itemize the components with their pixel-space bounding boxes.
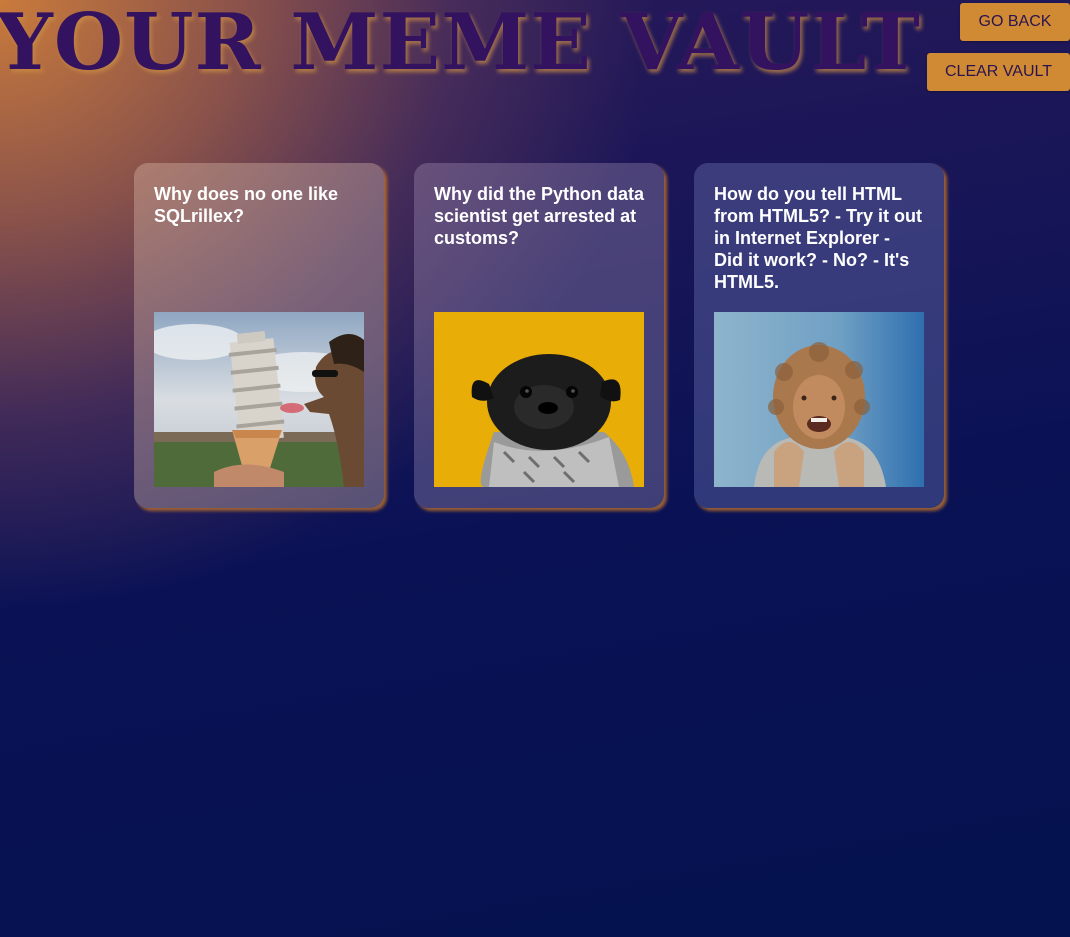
meme-card: Why did the Python data scientist get ar… <box>414 163 664 508</box>
meme-card: How do you tell HTML from HTML5? - Try i… <box>694 163 944 508</box>
clear-vault-button[interactable]: CLEAR VAULT <box>927 53 1070 91</box>
meme-image <box>714 312 924 487</box>
meme-text: Why does no one like SQLrillex? <box>154 184 339 226</box>
meme-image <box>154 312 364 487</box>
go-back-button[interactable]: GO BACK <box>960 3 1070 41</box>
meme-image <box>434 312 644 487</box>
meme-text: How do you tell HTML from HTML5? - Try i… <box>714 184 922 292</box>
meme-text: Why did the Python data scientist get ar… <box>434 184 644 248</box>
meme-card: Why does no one like SQLrillex? <box>134 163 384 508</box>
page-title: YOUR MEME VAULT <box>0 0 922 88</box>
